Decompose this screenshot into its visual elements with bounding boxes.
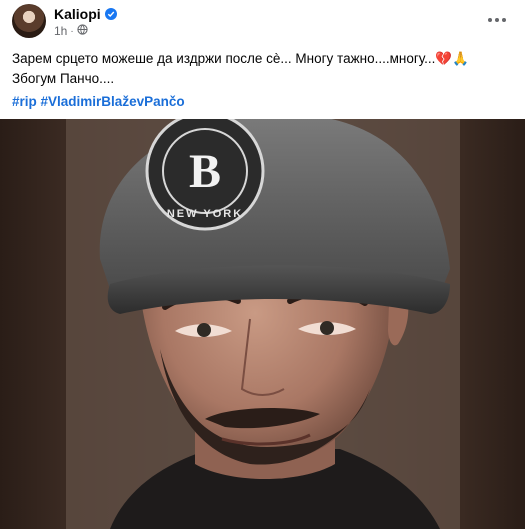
post-header: Kaliopi 1h ·	[0, 0, 525, 44]
post-text-line-2: Збогум Панчо....	[12, 71, 115, 86]
cap-logo-text: NEW YORK	[167, 208, 243, 220]
post-text: Зарем срцето можеше да издржи после сè..…	[12, 49, 512, 89]
post-meta: 1h ·	[54, 24, 88, 38]
post-text-line-1: Зарем срцето можеше да издржи после сè..…	[12, 51, 436, 66]
more-dot-icon	[495, 18, 499, 22]
hashtag-list: #rip #VladimirBlaževPančo	[12, 94, 185, 109]
post-text-line: Збогум Панчо....	[12, 69, 512, 89]
portrait-image: B NEW YORK	[0, 119, 525, 529]
more-dot-icon	[502, 18, 506, 22]
meta-separator: ·	[70, 25, 74, 37]
hashtag-rip[interactable]: #rip	[12, 94, 37, 109]
hashtag-vladimir[interactable]: #VladimirBlaževPančo	[41, 94, 185, 109]
verified-badge-icon	[104, 8, 117, 20]
more-options-button[interactable]	[483, 8, 511, 32]
more-dot-icon	[488, 18, 492, 22]
facebook-post: Kaliopi 1h · Зарем срцето можеше да издр…	[0, 0, 525, 529]
post-time[interactable]: 1h	[54, 24, 67, 38]
author-name-row: Kaliopi	[54, 6, 117, 22]
cap-logo-letter: B	[189, 145, 221, 198]
author-name[interactable]: Kaliopi	[54, 6, 101, 22]
author-avatar[interactable]	[12, 4, 46, 38]
post-text-line: Зарем срцето можеше да издржи после сè..…	[12, 49, 512, 69]
globe-icon	[77, 24, 88, 38]
post-photo[interactable]: B NEW YORK	[0, 119, 525, 529]
broken-heart-pray-emoji: 💔🙏	[435, 51, 470, 66]
